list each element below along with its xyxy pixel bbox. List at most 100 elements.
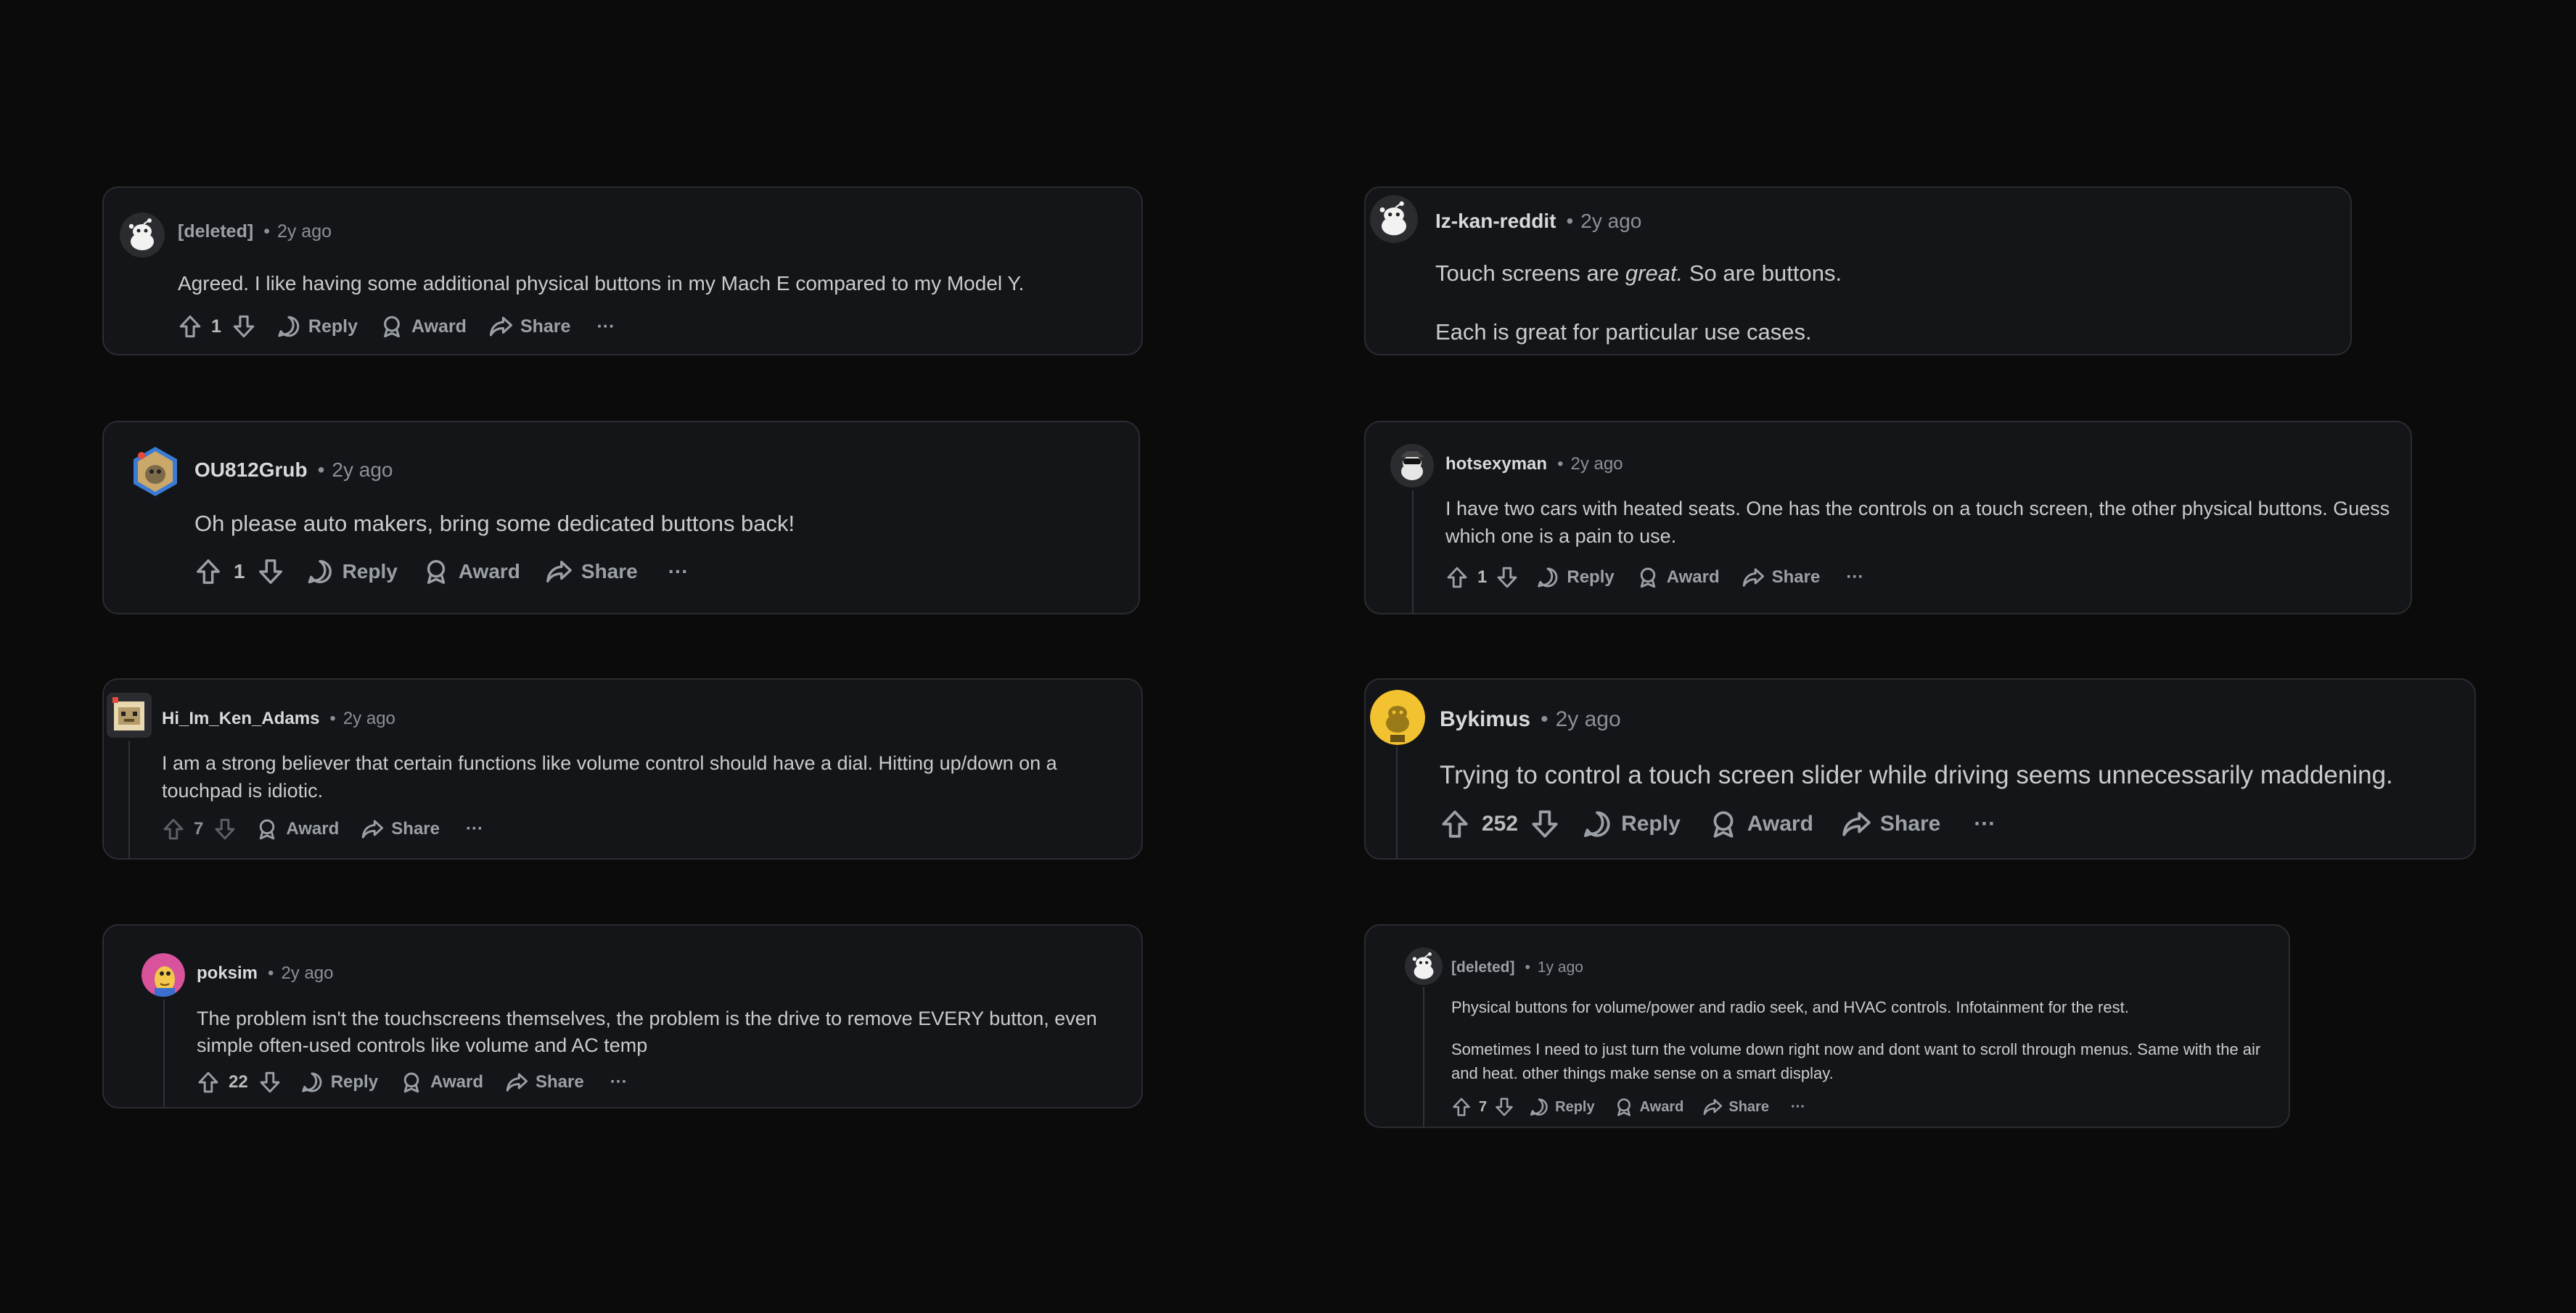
comment-text: Touch screens are great. So are buttons.	[1435, 260, 1842, 286]
timestamp[interactable]: 1y ago	[1538, 959, 1583, 976]
share-button[interactable]: Share	[1702, 1097, 1769, 1117]
reply-button[interactable]: Reply	[300, 1071, 378, 1094]
share-button[interactable]: Share	[1742, 566, 1820, 589]
snoo-white-icon	[1412, 952, 1434, 979]
avatar[interactable]	[1405, 947, 1443, 985]
thread-line[interactable]	[1396, 746, 1398, 858]
reply-button[interactable]: Reply	[306, 558, 398, 585]
share-button[interactable]: Share	[361, 818, 440, 841]
comment-card: hotsexyman • 2y ago I have two cars with…	[1364, 421, 2412, 614]
upvote-icon	[197, 1071, 220, 1094]
more-options-button[interactable]: ···	[1791, 1099, 1805, 1116]
username[interactable]: poksim	[197, 963, 258, 984]
upvote-button[interactable]	[197, 1071, 220, 1094]
timestamp[interactable]: 2y ago	[281, 963, 333, 984]
thread-line[interactable]	[1412, 490, 1414, 613]
award-button[interactable]: Award	[1614, 1097, 1684, 1117]
avatar[interactable]	[1370, 690, 1425, 745]
username[interactable]: Bykimus	[1440, 707, 1530, 732]
downvote-button[interactable]	[213, 818, 237, 841]
comment-card: poksim • 2y ago The problem isn't the to…	[102, 924, 1143, 1108]
username[interactable]: OU812Grub	[194, 458, 308, 482]
share-button[interactable]: Share	[545, 558, 638, 585]
more-options-button[interactable]: ···	[466, 819, 483, 839]
username[interactable]: [deleted]	[1451, 959, 1515, 976]
award-button[interactable]: Award	[400, 1071, 483, 1094]
award-label: Award	[286, 819, 340, 839]
avatar[interactable]	[1390, 444, 1434, 487]
comment-text: Each is great for particular use cases.	[1435, 319, 1812, 345]
thread-line[interactable]	[128, 741, 130, 858]
timestamp[interactable]: 2y ago	[1556, 707, 1621, 732]
award-icon	[380, 314, 404, 339]
reply-button[interactable]: Reply	[1529, 1097, 1595, 1117]
downvote-button[interactable]	[231, 314, 256, 339]
share-icon	[1742, 566, 1765, 589]
award-button[interactable]: Award	[1708, 809, 1813, 839]
username[interactable]: [deleted]	[178, 221, 253, 242]
avatar[interactable]	[131, 445, 179, 498]
vote-count: 1	[211, 316, 221, 337]
upvote-icon	[194, 558, 222, 585]
avatar[interactable]	[1370, 195, 1418, 243]
more-options-button[interactable]: ···	[610, 1072, 628, 1092]
share-button[interactable]: Share	[1841, 809, 1940, 839]
more-options-button[interactable]: ···	[668, 560, 689, 583]
downvote-button[interactable]	[1530, 809, 1560, 839]
share-label: Share	[535, 1072, 584, 1092]
timestamp[interactable]: 2y ago	[1580, 210, 1641, 233]
award-button[interactable]: Award	[255, 818, 339, 841]
share-icon	[505, 1071, 528, 1094]
upvote-button[interactable]	[162, 818, 185, 841]
timestamp[interactable]: 2y ago	[332, 458, 393, 482]
username[interactable]: Iz-kan-reddit	[1435, 210, 1556, 233]
avatar[interactable]	[141, 953, 185, 997]
more-options-button[interactable]: ···	[596, 316, 615, 337]
downvote-button[interactable]	[1494, 1097, 1514, 1117]
award-button[interactable]: Award	[1636, 566, 1720, 589]
downvote-button[interactable]	[1496, 566, 1519, 589]
award-icon	[1708, 809, 1739, 839]
vote-count: 1	[234, 560, 245, 583]
separator-dot: •	[329, 709, 336, 728]
share-button[interactable]: Share	[488, 314, 570, 339]
timestamp[interactable]: 2y ago	[343, 709, 395, 729]
reply-button[interactable]: Reply	[276, 314, 358, 339]
username[interactable]: hotsexyman	[1445, 454, 1547, 474]
upvote-button[interactable]	[178, 314, 202, 339]
award-label: Award	[1639, 1098, 1684, 1115]
username[interactable]: Hi_Im_Ken_Adams	[162, 709, 319, 729]
comment-text: I am a strong believer that certain func…	[162, 752, 1057, 802]
thread-line[interactable]	[163, 1000, 165, 1107]
upvote-button[interactable]	[1451, 1097, 1472, 1117]
avatar[interactable]	[107, 693, 152, 738]
award-icon	[400, 1071, 423, 1094]
thread-line[interactable]	[1423, 987, 1424, 1127]
reply-button[interactable]: Reply	[1536, 566, 1615, 589]
upvote-button[interactable]	[194, 558, 222, 585]
comment-text: The problem isn't the touchscreens thems…	[197, 1008, 1097, 1056]
more-options-button[interactable]: ···	[1846, 567, 1863, 588]
comment-text: Agreed. I like having some additional ph…	[178, 272, 1025, 295]
separator-dot: •	[1541, 707, 1549, 731]
share-label: Share	[1728, 1098, 1769, 1115]
share-button[interactable]: Share	[505, 1071, 584, 1094]
reply-button[interactable]: Reply	[1582, 809, 1681, 839]
upvote-button[interactable]	[1445, 566, 1469, 589]
more-options-button[interactable]: ···	[1974, 812, 1995, 836]
upvote-button[interactable]	[1440, 809, 1470, 839]
award-label: Award	[1747, 812, 1813, 836]
comment-icon	[1582, 809, 1612, 839]
snoo-dark-icon	[1400, 451, 1424, 480]
award-button[interactable]: Award	[422, 558, 520, 585]
timestamp[interactable]: 2y ago	[1570, 454, 1623, 474]
downvote-button[interactable]	[257, 558, 284, 585]
comment-card: [deleted] • 1y ago Physical buttons for …	[1364, 924, 2290, 1128]
comment-card: OU812Grub • 2y ago Oh please auto makers…	[102, 421, 1140, 614]
award-button[interactable]: Award	[380, 314, 467, 339]
avatar[interactable]	[120, 213, 165, 258]
downvote-button[interactable]	[258, 1071, 282, 1094]
timestamp[interactable]: 2y ago	[277, 221, 332, 242]
comment-card: Iz-kan-reddit • 2y ago Touch screens are…	[1364, 186, 2352, 355]
share-icon	[1702, 1097, 1723, 1117]
